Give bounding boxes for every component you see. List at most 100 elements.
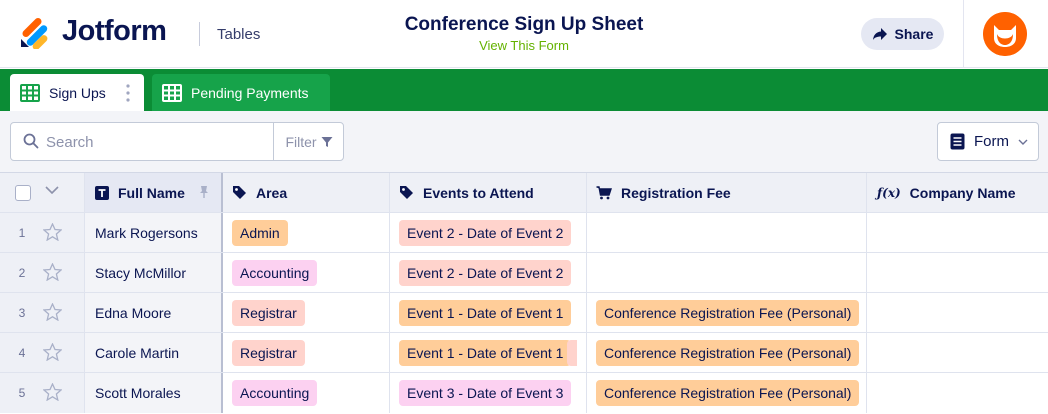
- cell-company-name[interactable]: [867, 293, 1048, 332]
- row-number: 5: [18, 386, 26, 400]
- avatar-icon[interactable]: [983, 12, 1027, 56]
- brand-name[interactable]: Jotform: [62, 15, 167, 48]
- form-button[interactable]: Form: [937, 122, 1039, 161]
- star-icon[interactable]: [43, 383, 62, 401]
- table-toolbar: Filter Form: [0, 111, 1048, 173]
- event-tag: Event 2 - Date of Event 2: [399, 259, 572, 286]
- table-header-row: Full Name Area Events to Attend Registra…: [0, 173, 1048, 213]
- row-number: 3: [18, 305, 26, 320]
- column-header-registration-fee[interactable]: Registration Fee: [587, 173, 867, 212]
- cell-company-name[interactable]: [867, 253, 1048, 292]
- table-row[interactable]: 3 Edna Moore Registrar Event 1 - Date of…: [0, 293, 1048, 333]
- filter-icon: [321, 136, 333, 147]
- cell-company-name[interactable]: [867, 373, 1048, 413]
- page-title: Conference Sign Up Sheet: [404, 14, 644, 35]
- cell-full-name[interactable]: Edna Moore: [85, 293, 223, 332]
- search-input[interactable]: [46, 131, 266, 153]
- row-index-cell: 2: [0, 253, 85, 292]
- cell-events[interactable]: Event 3 - Date of Event 3: [390, 373, 587, 413]
- filter-button[interactable]: Filter: [273, 123, 344, 160]
- jotform-logo-icon[interactable]: [18, 15, 52, 49]
- pin-icon[interactable]: [199, 185, 209, 199]
- row-index-cell: 3: [0, 293, 85, 332]
- cell-events[interactable]: Event 2 - Date of Event 2: [390, 253, 587, 292]
- cell-area[interactable]: Accounting: [223, 373, 390, 413]
- cell-events[interactable]: Event 1 - Date of Event 1: [390, 333, 587, 372]
- chevron-down-icon[interactable]: [45, 186, 59, 194]
- cell-area[interactable]: Registrar: [223, 333, 390, 372]
- form-icon: [950, 133, 965, 150]
- cell-registration-fee[interactable]: Conference Registration Fee (Personal): [587, 373, 867, 413]
- share-arrow-icon: [872, 28, 887, 40]
- event-tag: Event 1 - Date of Event 1: [399, 339, 572, 366]
- cell-company-name[interactable]: [867, 333, 1048, 372]
- search-box[interactable]: Filter: [10, 122, 344, 161]
- search-icon: [23, 133, 39, 149]
- fee-tag: Conference Registration Fee (Personal): [596, 380, 860, 406]
- tab-pending-payments[interactable]: Pending Payments: [152, 74, 330, 111]
- cell-area[interactable]: Admin: [223, 213, 390, 252]
- column-header-company-name[interactable]: ƒ(x) Company Name: [867, 173, 1048, 212]
- area-tag: Accounting: [232, 259, 318, 286]
- column-header-area[interactable]: Area: [223, 173, 390, 212]
- cell-full-name[interactable]: Scott Morales: [85, 373, 223, 413]
- app-header: Jotform Tables Conference Sign Up Sheet …: [0, 0, 1048, 68]
- table-row[interactable]: 5 Scott Morales Accounting Event 3 - Dat…: [0, 373, 1048, 413]
- form-label: Form: [974, 133, 1009, 150]
- filter-label: Filter: [285, 133, 317, 150]
- tab-label: Sign Ups: [49, 84, 106, 101]
- tag-icon: [233, 186, 246, 199]
- more-vertical-icon[interactable]: [126, 84, 130, 102]
- area-tag: Admin: [232, 219, 288, 246]
- star-icon[interactable]: [43, 303, 62, 321]
- event-tag-overflow: [567, 339, 577, 366]
- cell-full-name[interactable]: Carole Martin: [85, 333, 223, 372]
- column-label: Events to Attend: [423, 184, 534, 201]
- area-tag: Accounting: [232, 380, 318, 406]
- tab-sign-ups[interactable]: Sign Ups: [10, 74, 144, 111]
- share-button[interactable]: Share: [861, 18, 944, 50]
- table-row[interactable]: 2 Stacy McMillor Accounting Event 2 - Da…: [0, 253, 1048, 293]
- fee-tag: Conference Registration Fee (Personal): [596, 299, 860, 326]
- column-label: Area: [256, 184, 288, 201]
- cell-registration-fee[interactable]: Conference Registration Fee (Personal): [587, 333, 867, 372]
- cell-events[interactable]: Event 1 - Date of Event 1: [390, 293, 587, 332]
- table-row[interactable]: 4 Carole Martin Registrar Event 1 - Date…: [0, 333, 1048, 373]
- table-row[interactable]: 1 Mark Rogersons Admin Event 2 - Date of…: [0, 213, 1048, 253]
- cell-full-name[interactable]: Mark Rogersons: [85, 213, 223, 252]
- cell-registration-fee[interactable]: [587, 253, 867, 292]
- select-all-checkbox[interactable]: [15, 185, 31, 201]
- chevron-down-icon: [1018, 139, 1028, 145]
- cell-full-name[interactable]: Stacy McMillor: [85, 253, 223, 292]
- cell-registration-fee[interactable]: [587, 213, 867, 252]
- row-index-cell: 4: [0, 333, 85, 372]
- star-icon[interactable]: [43, 343, 62, 361]
- select-all-cell: [0, 173, 85, 212]
- cell-registration-fee[interactable]: Conference Registration Fee (Personal): [587, 293, 867, 332]
- event-tag: Event 3 - Date of Event 3: [399, 380, 572, 406]
- column-header-full-name[interactable]: Full Name: [85, 173, 223, 212]
- cell-area[interactable]: Accounting: [223, 253, 390, 292]
- header-divider-right: [963, 0, 964, 68]
- star-icon[interactable]: [43, 263, 62, 281]
- row-number: 1: [18, 225, 26, 240]
- formula-icon: ƒ(x): [877, 185, 901, 200]
- table-tab-bar: Sign Ups Pending Payments: [0, 69, 1048, 111]
- row-index-cell: 5: [0, 373, 85, 413]
- row-index-cell: 1: [0, 213, 85, 252]
- star-icon[interactable]: [43, 223, 62, 241]
- cart-icon: [596, 185, 612, 199]
- cell-area[interactable]: Registrar: [223, 293, 390, 332]
- area-tag: Registrar: [232, 299, 305, 326]
- column-label: Registration Fee: [621, 184, 731, 201]
- event-tag: Event 1 - Date of Event 1: [399, 299, 572, 326]
- fee-tag: Conference Registration Fee (Personal): [596, 339, 860, 366]
- view-form-link[interactable]: View This Form: [374, 38, 674, 53]
- grid-icon: [20, 83, 40, 102]
- column-header-events[interactable]: Events to Attend: [390, 173, 587, 212]
- section-label[interactable]: Tables: [217, 26, 260, 43]
- cell-company-name[interactable]: [867, 213, 1048, 252]
- share-label: Share: [894, 26, 934, 42]
- cell-events[interactable]: Event 2 - Date of Event 2: [390, 213, 587, 252]
- tab-label: Pending Payments: [191, 84, 309, 101]
